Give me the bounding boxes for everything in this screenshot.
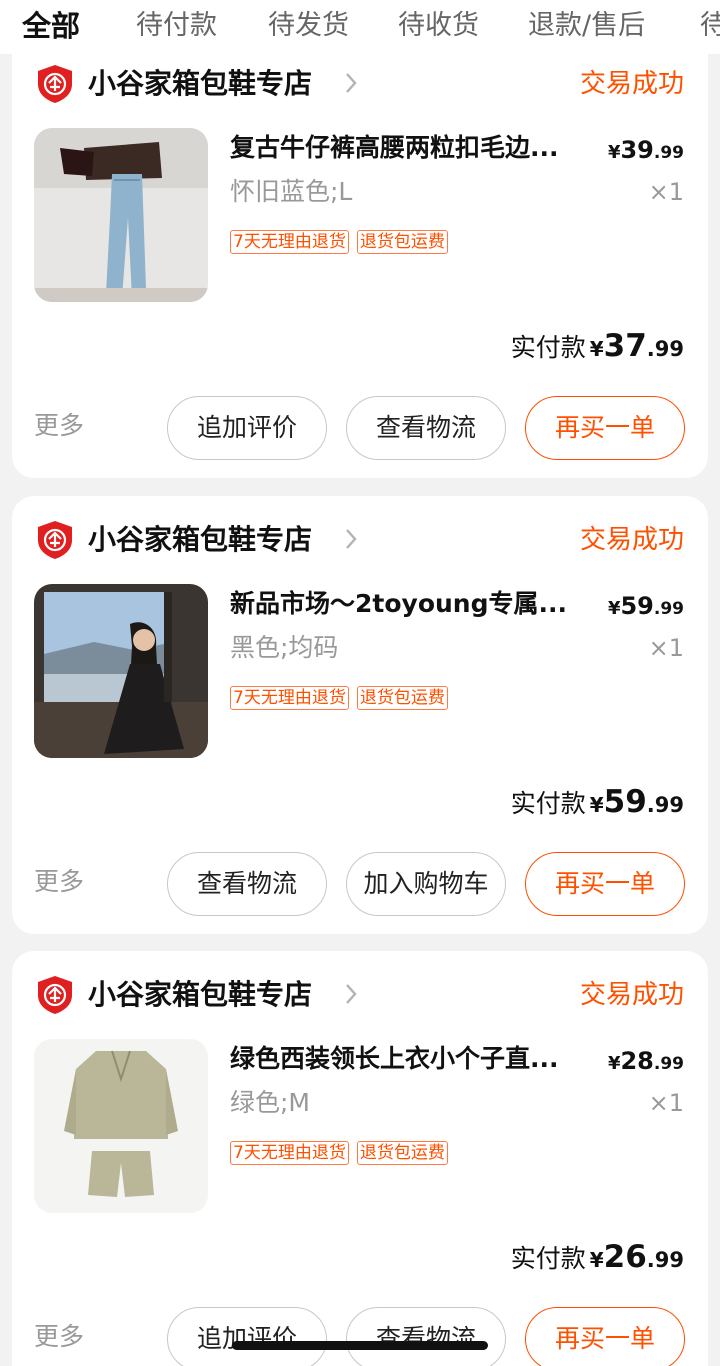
more-button[interactable]: 更多 <box>34 1319 84 1355</box>
chevron-right-icon[interactable] <box>344 982 358 1006</box>
tab-pending-review[interactable]: 待 <box>700 8 720 44</box>
paid-amount: 实付款 ¥26.99 <box>511 1235 684 1284</box>
view-logistics-button[interactable]: 查看物流 <box>346 396 506 460</box>
paid-currency: ¥ <box>589 337 604 361</box>
paid-currency: ¥ <box>589 793 604 817</box>
buy-again-button[interactable]: 再买一单 <box>525 852 685 916</box>
chevron-right-icon[interactable] <box>344 527 358 551</box>
product-price: ¥28.99 <box>608 1041 684 1084</box>
tag-free-return-shipping: 退货包运费 <box>356 686 448 710</box>
price-integer: 59 <box>620 592 654 620</box>
view-logistics-button[interactable]: 查看物流 <box>346 1307 506 1366</box>
product-image[interactable] <box>34 128 208 302</box>
product-quantity: ×1 <box>648 1089 684 1117</box>
price-decimal: .99 <box>653 143 684 163</box>
tag-free-return-shipping: 退货包运费 <box>356 1141 448 1165</box>
service-tags: 7天无理由退货 退货包运费 <box>230 1141 456 1165</box>
product-title[interactable]: 新品市场～2toyoung专属... <box>230 584 598 624</box>
paid-decimal: .99 <box>646 337 684 361</box>
enterprise-shield-icon <box>38 521 72 559</box>
paid-integer: 26 <box>603 1239 647 1275</box>
price-integer: 39 <box>620 136 654 164</box>
paid-amount: 实付款 ¥59.99 <box>511 780 684 829</box>
chevron-right-icon[interactable] <box>344 71 358 95</box>
tab-pending-shipment[interactable]: 待发货 <box>268 8 349 44</box>
order-card: 小谷家箱包鞋专店 交易成功 绿色西装领长上衣小个子直... ¥28.99 绿色;… <box>12 951 708 1366</box>
product-spec: 怀旧蓝色;L <box>230 177 353 206</box>
paid-amount: 实付款 ¥37.99 <box>511 324 684 373</box>
service-tags: 7天无理由退货 退货包运费 <box>230 686 456 710</box>
tab-all[interactable]: 全部 <box>22 8 80 44</box>
service-tags: 7天无理由退货 退货包运费 <box>230 230 456 254</box>
price-decimal: .99 <box>653 599 684 619</box>
shop-name[interactable]: 小谷家箱包鞋专店 <box>88 520 312 560</box>
add-review-button[interactable]: 追加评价 <box>167 396 327 460</box>
price-currency: ¥ <box>607 142 621 163</box>
shop-name[interactable]: 小谷家箱包鞋专店 <box>88 64 312 104</box>
product-spec: 绿色;M <box>230 1088 310 1117</box>
product-quantity: ×1 <box>648 178 684 206</box>
order-status: 交易成功 <box>579 69 684 99</box>
order-card: 小谷家箱包鞋专店 交易成功 复古牛仔裤高腰两粒扣毛边... ¥39.99 怀旧蓝… <box>12 40 708 478</box>
paid-integer: 37 <box>603 328 647 364</box>
buy-again-button[interactable]: 再买一单 <box>525 1307 685 1366</box>
order-card: 小谷家箱包鞋专店 交易成功 新品市场～2toyoung专属... ¥59.99 … <box>12 496 708 934</box>
enterprise-shield-icon <box>38 976 72 1014</box>
tag-7day-return: 7天无理由退货 <box>230 1141 349 1165</box>
paid-integer: 59 <box>603 784 647 820</box>
price-currency: ¥ <box>607 1053 621 1074</box>
product-image[interactable] <box>34 584 208 758</box>
tab-pending-receipt[interactable]: 待收货 <box>398 8 479 44</box>
more-button[interactable]: 更多 <box>34 408 84 444</box>
product-quantity: ×1 <box>648 634 684 662</box>
tag-free-return-shipping: 退货包运费 <box>356 230 448 254</box>
paid-currency: ¥ <box>589 1248 604 1272</box>
order-status: 交易成功 <box>579 525 684 555</box>
tab-pending-payment[interactable]: 待付款 <box>136 8 217 44</box>
paid-label: 实付款 <box>510 1244 586 1273</box>
product-spec: 黑色;均码 <box>230 633 339 662</box>
more-button[interactable]: 更多 <box>34 864 84 900</box>
price-decimal: .99 <box>653 1054 684 1074</box>
enterprise-shield-icon <box>38 65 72 103</box>
paid-decimal: .99 <box>646 1248 684 1272</box>
product-title[interactable]: 复古牛仔裤高腰两粒扣毛边... <box>230 128 598 168</box>
order-list-page: 全部 待付款 待发货 待收货 退款/售后 待 小谷家箱包鞋专店 交易成功 复古牛… <box>0 0 720 1366</box>
order-status: 交易成功 <box>579 980 684 1010</box>
tag-7day-return: 7天无理由退货 <box>230 230 349 254</box>
shop-name[interactable]: 小谷家箱包鞋专店 <box>88 975 312 1015</box>
product-price: ¥39.99 <box>608 130 684 173</box>
tab-refund-aftersale[interactable]: 退款/售后 <box>528 8 645 44</box>
price-integer: 28 <box>620 1047 654 1075</box>
view-logistics-button[interactable]: 查看物流 <box>167 852 327 916</box>
add-to-cart-button[interactable]: 加入购物车 <box>346 852 506 916</box>
paid-label: 实付款 <box>510 333 586 362</box>
paid-decimal: .99 <box>646 793 684 817</box>
product-image[interactable] <box>34 1039 208 1213</box>
product-price: ¥59.99 <box>608 586 684 629</box>
tag-7day-return: 7天无理由退货 <box>230 686 349 710</box>
paid-label: 实付款 <box>510 789 586 818</box>
add-review-button[interactable]: 追加评价 <box>167 1307 327 1366</box>
product-title[interactable]: 绿色西装领长上衣小个子直... <box>230 1039 598 1079</box>
buy-again-button[interactable]: 再买一单 <box>525 396 685 460</box>
home-indicator[interactable] <box>232 1341 488 1350</box>
price-currency: ¥ <box>607 598 621 619</box>
